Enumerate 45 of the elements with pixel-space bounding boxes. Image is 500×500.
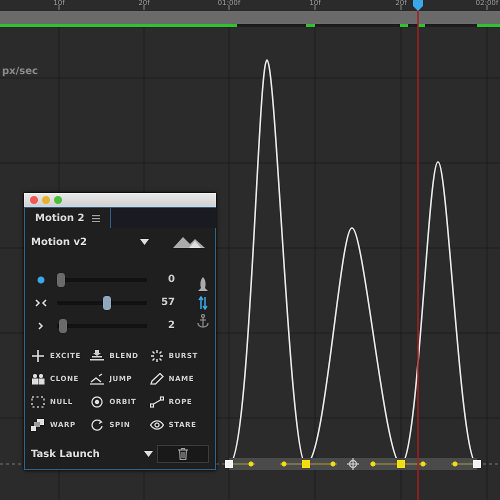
slider-thumb[interactable]: [57, 272, 65, 286]
rotate-icon: [90, 419, 104, 431]
close-button[interactable]: [30, 196, 38, 204]
unit-label: px/sec: [2, 66, 38, 77]
crosshair-icon[interactable]: [347, 458, 359, 470]
squares-icon: [31, 419, 45, 431]
slider[interactable]: [57, 272, 147, 286]
delete-button[interactable]: [157, 445, 209, 463]
slider-value: 0: [167, 274, 175, 285]
handle-point[interactable]: [248, 462, 254, 466]
pencil-icon: [150, 373, 164, 385]
handle-point[interactable]: [330, 462, 336, 466]
handle-point[interactable]: [282, 462, 286, 466]
tab-label: Motion 2: [35, 212, 84, 224]
jump-icon: [90, 373, 104, 385]
dashed-square-icon: [31, 396, 45, 408]
playhead-marker-icon[interactable]: [413, 0, 423, 11]
menu-icon[interactable]: [92, 214, 100, 222]
chevron-icon: [38, 322, 44, 330]
slider[interactable]: [57, 296, 147, 310]
trash-icon: [178, 448, 188, 460]
panel-tab[interactable]: Motion 2: [24, 208, 112, 228]
rocket-icon[interactable]: [198, 277, 208, 292]
mountains-icon[interactable]: [173, 236, 205, 248]
slider-thumb[interactable]: [102, 296, 111, 310]
slider-value: 2: [167, 320, 175, 331]
eye-icon: [150, 419, 164, 431]
up-down-arrows-icon[interactable]: [198, 296, 208, 310]
slider[interactable]: [57, 318, 147, 332]
caret-icon: [144, 451, 153, 457]
preset-dropdown[interactable]: Motion v2: [31, 236, 149, 248]
rope-icon: [150, 396, 164, 408]
anchor-icon[interactable]: [197, 314, 209, 328]
blend-icon: [90, 350, 104, 362]
people-icon: [31, 373, 45, 385]
handle-point[interactable]: [370, 462, 376, 466]
slider-value: 57: [160, 297, 175, 308]
handle-point[interactable]: [452, 462, 458, 466]
orbit-icon: [90, 396, 104, 408]
handle-point[interactable]: [420, 462, 426, 466]
slider-thumb[interactable]: [58, 318, 67, 332]
caret-icon: [140, 239, 149, 245]
task-dropdown[interactable]: Task Launch: [31, 448, 153, 460]
burst-icon: [150, 350, 164, 362]
plus-icon: [31, 350, 45, 362]
